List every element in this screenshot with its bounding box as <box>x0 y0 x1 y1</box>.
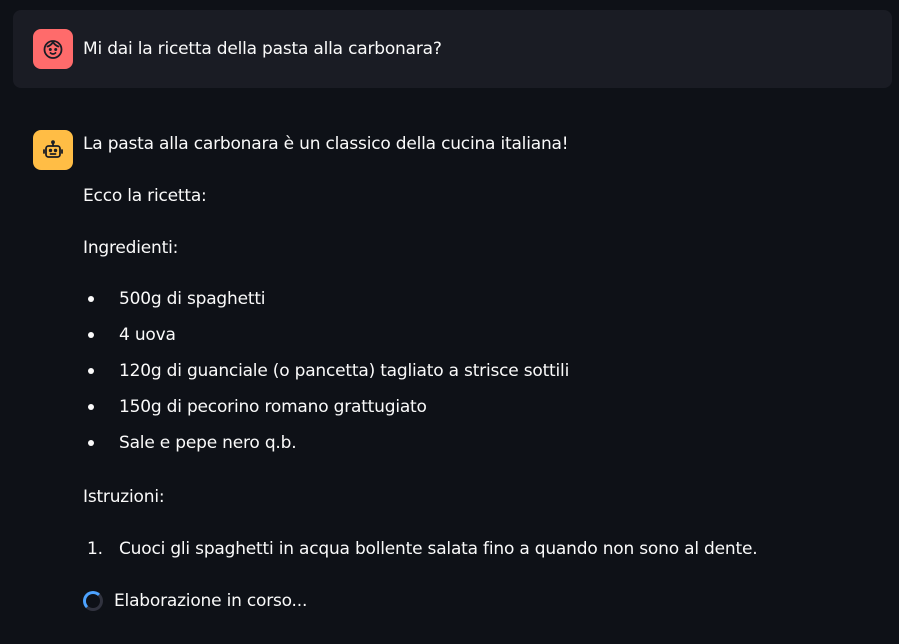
assistant-avatar <box>33 130 73 170</box>
recipe-intro-text: Ecco la ricetta: <box>83 186 207 206</box>
robot-icon <box>43 140 63 158</box>
ingredient-item: Sale e pepe nero q.b. <box>83 432 569 468</box>
ingredient-text: 120g di guanciale (o pancetta) tagliato … <box>119 361 570 381</box>
status-indicator: Elaborazione in corso... <box>83 588 307 614</box>
ingredient-text: 150g di pecorino romano grattugiato <box>119 397 427 417</box>
user-message: Mi dai la ricetta della pasta alla carbo… <box>13 10 892 88</box>
ingredient-text: 4 uova <box>119 325 176 345</box>
ingredients-list: 500g di spaghetti 4 uova 120g di guancia… <box>83 288 569 468</box>
step-text: Cuoci gli spaghetti in acqua bollente sa… <box>119 539 758 559</box>
step-number: 1. <box>87 539 103 559</box>
bullet-icon <box>88 404 94 410</box>
ingredient-item: 4 uova <box>83 324 569 360</box>
user-message-text: Mi dai la ricetta della pasta alla carbo… <box>83 39 442 59</box>
bullet-icon <box>88 368 94 374</box>
ingredients-heading: Ingredienti: <box>83 238 179 258</box>
ingredient-item: 500g di spaghetti <box>83 288 569 324</box>
user-avatar <box>33 29 73 69</box>
assistant-message: La pasta alla carbonara è un classico de… <box>13 119 892 639</box>
instructions-list: 1. Cuoci gli spaghetti in acqua bollente … <box>83 538 758 560</box>
bullet-icon <box>88 296 94 302</box>
intro-text: La pasta alla carbonara è un classico de… <box>83 134 569 154</box>
spinner-icon <box>83 591 103 611</box>
instructions-heading: Istruzioni: <box>83 487 165 507</box>
status-text: Elaborazione in corso... <box>114 591 308 611</box>
bullet-icon <box>88 332 94 338</box>
step-item: 1. Cuoci gli spaghetti in acqua bollente … <box>83 538 758 560</box>
chat-container: Mi dai la ricetta della pasta alla carbo… <box>0 0 899 644</box>
ingredient-item: 120g di guanciale (o pancetta) tagliato … <box>83 360 569 396</box>
ingredient-text: Sale e pepe nero q.b. <box>119 433 297 453</box>
bullet-icon <box>88 440 94 446</box>
ingredient-item: 150g di pecorino romano grattugiato <box>83 396 569 432</box>
ingredient-text: 500g di spaghetti <box>119 289 266 309</box>
user-face-icon <box>43 40 63 59</box>
